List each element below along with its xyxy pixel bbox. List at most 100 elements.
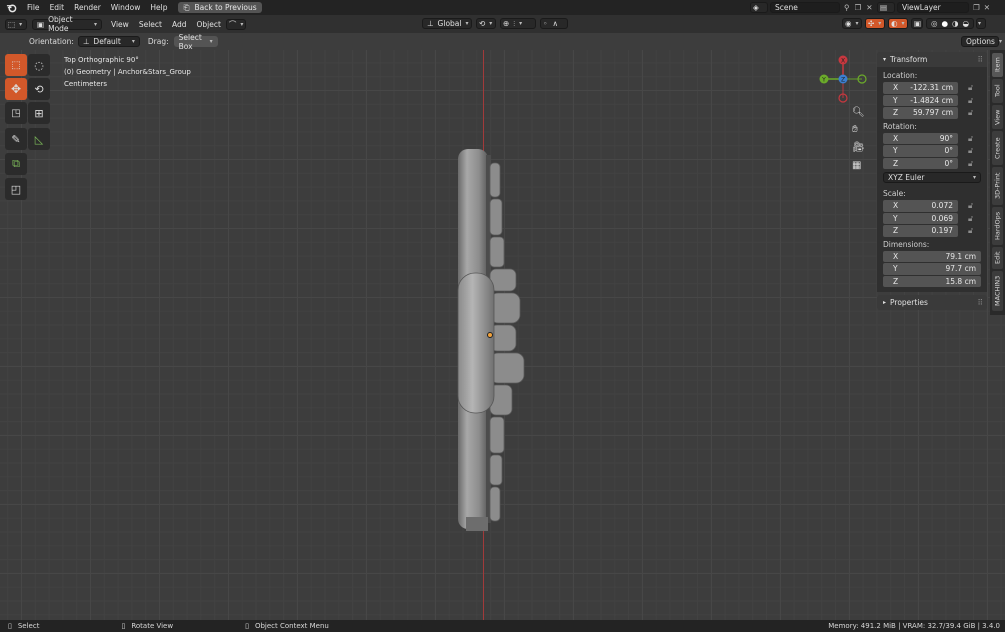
tab-edit[interactable]: Edit (992, 247, 1003, 269)
dimensions-x-field[interactable]: X 79.1 cm (883, 250, 981, 262)
measure-tool[interactable]: ◺ (28, 128, 50, 150)
location-y-field[interactable]: Y -1.4824 cm (883, 94, 958, 106)
rotate-tool[interactable]: ⟲ (28, 78, 50, 100)
mode-selector[interactable]: ▣ Object Mode ▾ (32, 15, 102, 33)
back-to-previous-button[interactable]: ⎗ Back to Previous (178, 2, 262, 13)
delete-view-layer-icon[interactable]: ✕ (984, 3, 990, 12)
gizmo-toggle[interactable]: ✣ ▾ (865, 18, 885, 29)
rendered-shading-icon[interactable]: ◒ (962, 19, 969, 28)
annotate-tool[interactable]: ✎ (5, 128, 27, 150)
unlock-icon[interactable]: 🔓︎ (968, 159, 978, 169)
transform-panel-header[interactable]: ▾ Transform ⠿ (877, 52, 987, 67)
menu-window[interactable]: Window (106, 0, 146, 15)
orientation-dropdown[interactable]: ⊥ Default ▾ (77, 36, 140, 47)
object-origin-dot (487, 332, 493, 338)
delete-scene-icon[interactable]: ✕ (866, 3, 872, 12)
unlock-icon[interactable]: 🔓︎ (968, 201, 978, 211)
view-layer-selector-button[interactable]: ▤ (877, 2, 895, 13)
drag-handle-icon[interactable]: ⠿ (978, 298, 984, 307)
add-cube-tool[interactable]: ⧉ (5, 153, 27, 175)
scale-tool[interactable]: ◳ (5, 102, 27, 124)
menu-select[interactable]: Select (134, 17, 167, 32)
blender-logo-icon[interactable] (4, 1, 18, 15)
drag-handle-icon[interactable]: ⠿ (978, 55, 984, 64)
pivot-point-dropdown[interactable]: ⟲ ▾ (476, 18, 496, 29)
move-tool[interactable]: ✥ (5, 78, 27, 100)
location-z-field[interactable]: Z 59.797 cm (883, 107, 958, 119)
anchor-stars-model[interactable] (440, 145, 540, 535)
dimensions-z-value: 15.8 cm (945, 276, 976, 286)
unlock-icon[interactable]: 🔓︎ (968, 96, 978, 106)
solid-shading-icon[interactable]: ● (941, 19, 948, 28)
transform-orientation-dropdown[interactable]: ⊥ Global ▾ (422, 18, 472, 29)
camera-view-icon[interactable]: 🎥︎ (852, 142, 865, 153)
visibility-dropdown[interactable]: ◉ ▾ (842, 18, 862, 29)
location-x-field[interactable]: X -122.31 cm (883, 82, 958, 94)
unlock-icon[interactable]: 🔓︎ (968, 226, 978, 236)
editor-type-button[interactable]: ⬚ ▾ (5, 18, 27, 30)
transform-tool[interactable]: ⊞ (28, 102, 50, 124)
scene-name-field[interactable]: Scene (770, 2, 840, 13)
move-arrows-icon: ✥ (10, 82, 22, 96)
overlay-toggle[interactable]: ◐ ▾ (888, 18, 908, 29)
new-view-layer-icon[interactable]: ❐ (973, 3, 980, 12)
pin-icon[interactable]: ⚲ (844, 3, 850, 12)
perspective-grid-icon[interactable]: ▦ (852, 160, 861, 171)
options-dropdown[interactable]: Options ▾ (961, 36, 1002, 47)
scale-y-field[interactable]: Y 0.069 (883, 212, 958, 224)
zoom-view-icon[interactable]: 🔍︎ (852, 107, 865, 118)
menu-add[interactable]: Add (167, 17, 192, 32)
rotation-x-field[interactable]: X 90° (883, 132, 958, 144)
unlock-icon[interactable]: 🔓︎ (968, 146, 978, 156)
gpencil-dropdown[interactable]: ⌒ ▾ (225, 18, 246, 30)
proportional-editing-dropdown[interactable]: ◦ ∧ (540, 18, 568, 29)
unlock-icon[interactable]: 🔓︎ (968, 214, 978, 224)
unlock-icon[interactable]: 🔓︎ (968, 108, 978, 118)
location-z-value: 59.797 cm (912, 108, 953, 118)
material-shading-icon[interactable]: ◑ (952, 19, 959, 28)
chevron-down-icon: ▾ (978, 20, 982, 27)
cursor-tool[interactable]: ◌ (28, 54, 50, 76)
axis-label: Z (893, 276, 899, 286)
menu-view[interactable]: View (106, 17, 134, 32)
gizmo-x-label: X (841, 57, 845, 64)
menu-render[interactable]: Render (69, 0, 106, 15)
properties-panel-header[interactable]: ▸ Properties ⠿ (877, 295, 987, 310)
view-layer-name-field[interactable]: ViewLayer (897, 2, 969, 13)
3d-viewport[interactable]: Top Orthographic 90° (0) Geometry | Anch… (0, 50, 1005, 620)
unlock-icon[interactable]: 🔓︎ (968, 83, 978, 93)
scene-selector-button[interactable]: ◈ (750, 2, 768, 13)
drag-dropdown[interactable]: Select Box ▾ (173, 33, 218, 51)
tab-hardops[interactable]: HardOps (992, 207, 1003, 245)
shading-options-dropdown[interactable]: ▾ (976, 18, 986, 29)
scale-z-field[interactable]: Z 0.197 (883, 225, 958, 237)
tab-3d-print[interactable]: 3D-Print (992, 167, 1003, 205)
pan-hand-icon[interactable]: ✋︎ (852, 124, 858, 135)
snapping-dropdown[interactable]: ⊕ ⫶ ▾ (500, 18, 536, 29)
tab-view[interactable]: View (992, 105, 1003, 129)
bevel-tool[interactable]: ◰ (5, 178, 27, 200)
menu-help[interactable]: Help (145, 0, 172, 15)
new-scene-icon[interactable]: ❐ (855, 3, 862, 12)
wireframe-shading-icon[interactable]: ◎ (931, 19, 938, 28)
top-menu-bar: File Edit Render Window Help ⎗ Back to P… (0, 0, 1005, 15)
menu-file[interactable]: File (22, 0, 45, 15)
navigation-gizmo[interactable]: X Y Z (815, 54, 871, 106)
dimensions-z-field[interactable]: Z 15.8 cm (883, 275, 981, 287)
tab-create[interactable]: Create (992, 131, 1003, 165)
scene-name: Scene (775, 3, 798, 12)
cursor-target-icon: ◌ (34, 58, 44, 72)
tab-item[interactable]: Item (992, 53, 1003, 77)
rotation-mode-dropdown[interactable]: XYZ Euler ▾ (883, 172, 981, 183)
scale-x-field[interactable]: X 0.072 (883, 200, 958, 212)
menu-object[interactable]: Object (191, 17, 225, 32)
unlock-icon[interactable]: 🔓︎ (968, 134, 978, 144)
xray-toggle[interactable]: ▣ (911, 18, 923, 29)
rotation-y-field[interactable]: Y 0° (883, 145, 958, 157)
dimensions-y-field[interactable]: Y 97.7 cm (883, 263, 981, 275)
menu-edit[interactable]: Edit (45, 0, 70, 15)
tab-machin3[interactable]: MACHIN3 (992, 271, 1003, 311)
rotation-z-field[interactable]: Z 0° (883, 157, 958, 169)
tab-tool[interactable]: Tool (992, 79, 1003, 103)
select-box-tool[interactable]: ⬚ (5, 54, 27, 76)
